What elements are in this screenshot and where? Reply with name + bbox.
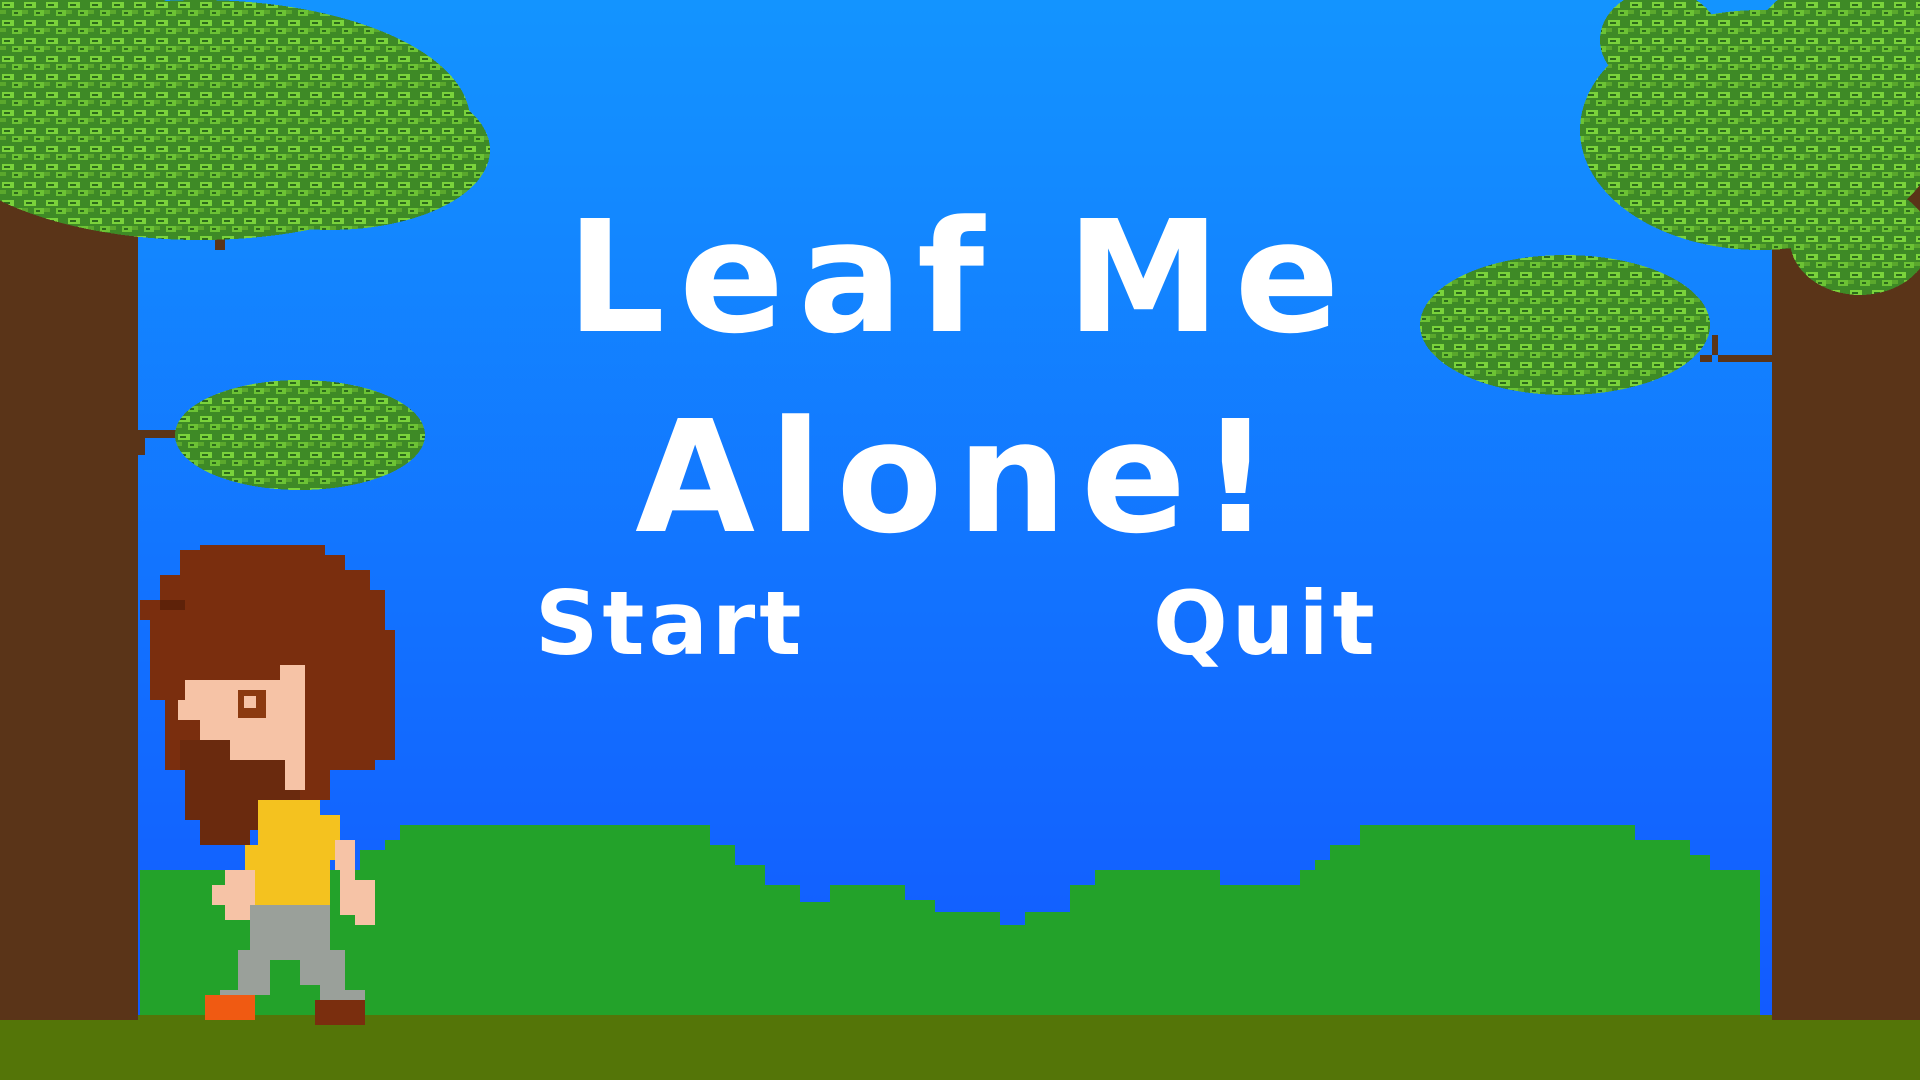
- character-shoe: [315, 1000, 365, 1025]
- character-shoe: [205, 995, 255, 1020]
- character-shirt: [245, 800, 340, 905]
- game-title-line-1: Leaf Me: [566, 187, 1354, 368]
- start-button[interactable]: Start: [535, 580, 805, 668]
- game-title-line-2: Alone!: [635, 387, 1285, 568]
- ground: [0, 1015, 1920, 1080]
- quit-button[interactable]: Quit: [1153, 580, 1379, 668]
